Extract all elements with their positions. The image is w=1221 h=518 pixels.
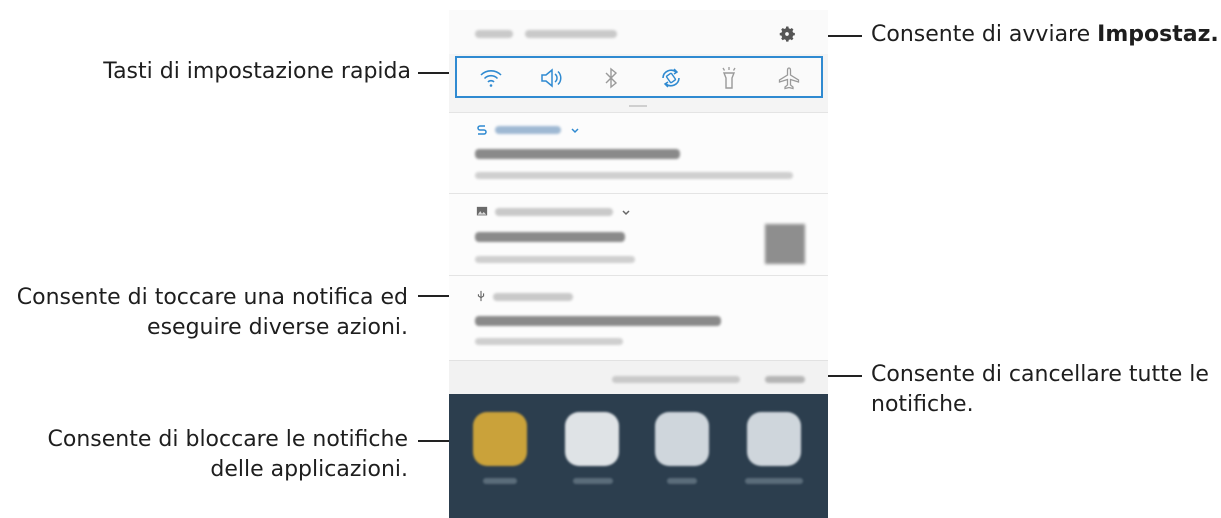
airplane-mode-icon[interactable] <box>775 64 803 92</box>
usb-icon <box>477 290 485 302</box>
home-screen-background <box>449 394 828 518</box>
time-date-blur <box>475 30 513 38</box>
notification-card-usb[interactable] <box>449 275 828 361</box>
usb-title-blur <box>475 316 721 326</box>
notification-panel-header <box>449 10 828 54</box>
clear-annotation: Consente di cancellare tutte le notifich… <box>871 360 1209 420</box>
block-annotation-line1: Consente di bloccare le notifiche <box>47 427 408 452</box>
screenshot-app-blur <box>495 208 613 216</box>
google-folder-icon[interactable] <box>655 412 709 466</box>
settings-annotation: Consente di avviare Impostaz. <box>871 20 1219 50</box>
screenshot-text-blur <box>475 256 635 263</box>
notification-card-smart-switch[interactable] <box>449 112 828 194</box>
microsoft-apps-folder-icon[interactable] <box>747 412 801 466</box>
sound-icon[interactable] <box>537 64 565 92</box>
screenshot-title-blur <box>475 232 625 242</box>
usb-app-blur <box>493 293 573 301</box>
quick-settings-annotation: Tasti di impostazione rapida <box>103 59 411 84</box>
auto-rotate-icon[interactable] <box>657 64 685 92</box>
panel-drag-handle[interactable] <box>629 105 647 107</box>
flashlight-icon[interactable] <box>715 64 743 92</box>
wifi-icon[interactable] <box>477 64 505 92</box>
screenshot-thumbnail <box>765 224 805 264</box>
gallery-label-blur <box>483 478 517 484</box>
clear-all-button[interactable] <box>765 376 805 383</box>
play-store-label-blur <box>573 478 613 484</box>
gear-icon[interactable] <box>777 24 797 44</box>
smart-switch-app-blur <box>495 126 561 134</box>
clear-annotation-line1: Consente di cancellare tutte le <box>871 362 1209 387</box>
notification-annotation: Consente di toccare una notifica ed eseg… <box>8 283 408 343</box>
notification-annotation-line1: Consente di toccare una notifica ed <box>16 285 408 310</box>
quick-settings-bar <box>455 56 823 98</box>
smart-switch-icon <box>477 125 487 135</box>
image-icon <box>476 206 488 216</box>
microsoft-apps-label-blur <box>745 478 803 484</box>
usb-text-blur <box>475 338 623 345</box>
block-annotation: Consente di bloccare le notifiche delle … <box>30 425 408 485</box>
bluetooth-icon[interactable] <box>597 64 625 92</box>
settings-annotation-bold: Impostaz. <box>1097 22 1219 47</box>
chevron-down-icon[interactable] <box>570 126 580 136</box>
gallery-app-icon[interactable] <box>473 412 527 466</box>
settings-annotation-text: Consente di avviare <box>871 22 1098 47</box>
smart-switch-text-blur <box>475 172 793 179</box>
google-label-blur <box>667 478 697 484</box>
block-annotation-line2: delle applicazioni. <box>210 457 408 482</box>
date-blur <box>525 30 617 38</box>
notification-annotation-line2: eseguire diverse azioni. <box>147 315 408 340</box>
smart-switch-title-blur <box>475 149 680 159</box>
chevron-down-icon[interactable] <box>621 208 631 218</box>
play-store-app-icon[interactable] <box>565 412 619 466</box>
clear-annotation-line2: notifiche. <box>871 392 974 417</box>
phone-screen <box>449 10 828 518</box>
block-notifications-button[interactable] <box>612 376 740 383</box>
